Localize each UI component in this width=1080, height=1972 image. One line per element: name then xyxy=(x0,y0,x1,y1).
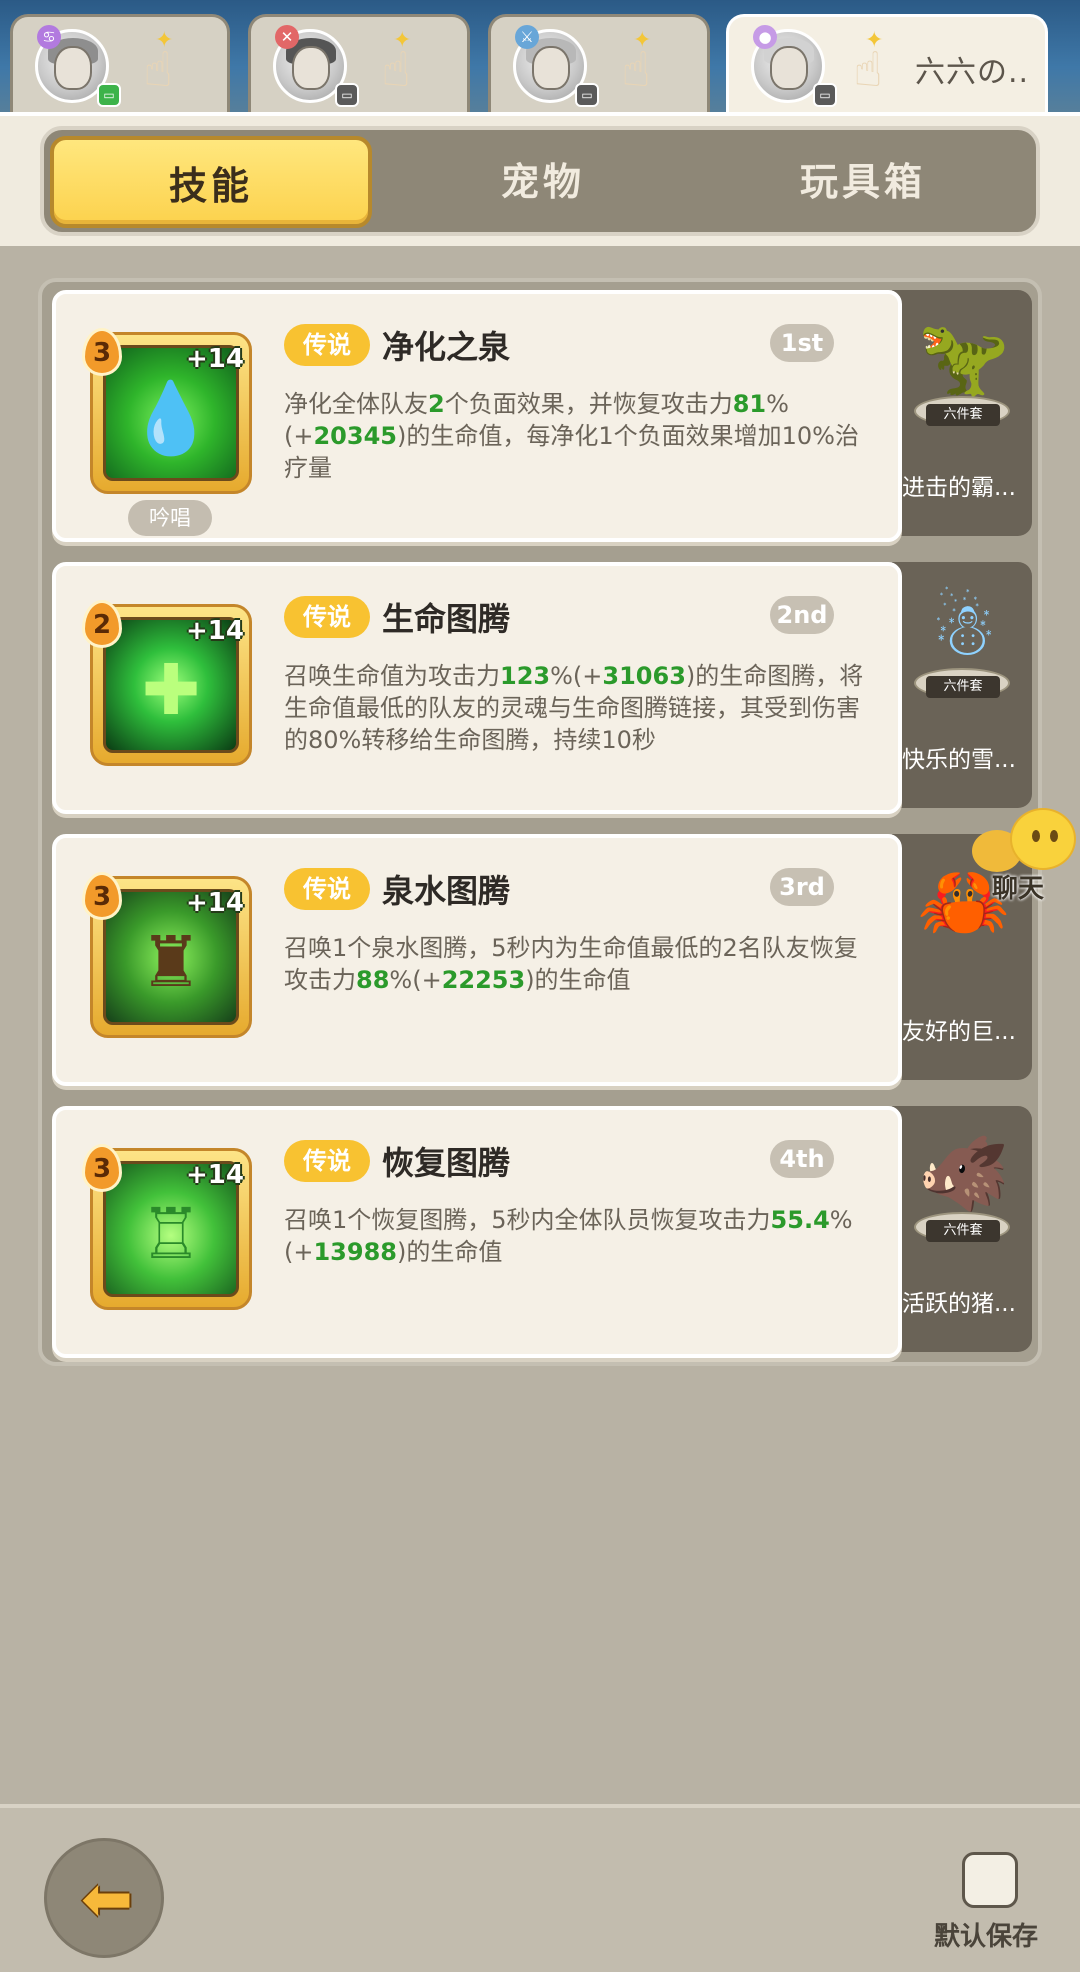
character-tab-2[interactable]: ✕ ▭ ☝ ✦ xyxy=(248,14,470,112)
bottom-bar: ⬅ 默认保存 xyxy=(0,1804,1080,1972)
highlight-value: 31063 xyxy=(602,662,686,690)
highlight-value: 22253 xyxy=(441,966,526,994)
rank-badge: 1st xyxy=(770,324,834,362)
skill-plus-badge: +14 xyxy=(186,888,244,918)
pet-slot-1[interactable]: 🦖 六件套 进击的霸... xyxy=(892,290,1032,536)
tap-hand-icon: ☝ ✦ xyxy=(143,28,174,99)
pet-name: 活跃的猪... xyxy=(902,1291,1016,1317)
set-tag: 六件套 xyxy=(926,404,1000,426)
segmented-tabs: 技能 宠物 玩具箱 xyxy=(40,126,1040,236)
skill-plus-badge: +14 xyxy=(186,1160,244,1190)
rank-badge: 2nd xyxy=(770,596,834,634)
rarity-badge: 传说 xyxy=(284,1140,370,1182)
skill-title: 生命图腾 xyxy=(382,600,511,638)
pet-name: 快乐的雪... xyxy=(902,747,1016,773)
skill-description: 净化全体队友2个负面效果，并恢复攻击力81%(+20345)的生命值，每净化1个… xyxy=(284,388,874,484)
rarity-badge: 传说 xyxy=(284,868,370,910)
description-text: %(+ xyxy=(550,662,603,690)
description-text: %(+ xyxy=(389,966,442,994)
character-tab-4[interactable]: ● ▭ ☝ ✦ 六六の.. xyxy=(726,14,1048,112)
rank-badge: 4th xyxy=(770,1140,834,1178)
pet-name: 进击的霸... xyxy=(902,475,1016,501)
character-tab-strip: ♋ ▭ ☝ ✦ ✕ ▭ ☝ ✦ ⚔ ▭ ☝ ✦ ● ▭ ☝ ✦ 六六の.. xyxy=(0,0,1080,112)
element-icon: ● xyxy=(753,25,777,49)
chat-label: 聊天 xyxy=(992,874,1045,904)
character-tab-3[interactable]: ⚔ ▭ ☝ ✦ xyxy=(488,14,710,112)
rarity-badge: 传说 xyxy=(284,596,370,638)
description-text: )的生命值 xyxy=(525,966,631,994)
skill-title: 恢复图腾 xyxy=(382,1144,511,1182)
rank-badge: 3rd xyxy=(770,868,834,906)
offline-status-icon: ▭ xyxy=(335,83,359,107)
description-text: 召唤生命值为攻击力 xyxy=(284,662,500,690)
online-status-icon: ▭ xyxy=(97,83,121,107)
character-name: 六六の.. xyxy=(915,55,1030,90)
set-tag: 六件套 xyxy=(926,1220,1000,1242)
header: 技能 宠物 玩具箱 xyxy=(0,112,1080,246)
back-arrow-icon: ⬅ xyxy=(81,1862,133,1935)
spring-totem-icon: ♜ xyxy=(139,921,203,1003)
tab-skills[interactable]: 技能 xyxy=(50,136,372,228)
highlight-value: 13988 xyxy=(313,1238,397,1266)
rarity-badge: 传说 xyxy=(284,324,370,366)
skill-title: 净化之泉 xyxy=(382,328,511,366)
skill-description: 召唤生命值为攻击力123%(+31063)的生命图腾，将生命值最低的队友的灵魂与… xyxy=(284,660,874,756)
pet-slot-2[interactable]: ☃ 六件套 快乐的雪... xyxy=(892,562,1032,808)
offline-status-icon: ▭ xyxy=(575,83,599,107)
character-tab-1[interactable]: ♋ ▭ ☝ ✦ xyxy=(10,14,230,112)
skill-description: 召唤1个恢复图腾，5秒内全体队员恢复攻击力55.4%(+13988)的生命值 xyxy=(284,1204,874,1268)
smiley-icon xyxy=(1010,808,1076,870)
tab-toybox[interactable]: 玩具箱 xyxy=(702,136,1024,228)
description-text: 个负面效果，并恢复攻击力 xyxy=(444,390,733,418)
tap-hand-icon: ☝ ✦ xyxy=(853,28,884,99)
description-text: )的生命值 xyxy=(396,1238,503,1266)
description-text: 净化全体队友 xyxy=(284,390,428,418)
back-button[interactable]: ⬅ xyxy=(44,1838,164,1958)
highlight-value: 123 xyxy=(500,662,551,690)
skill-card-1[interactable]: 💧 3 +14 吟唱 传说 净化之泉 1st 净化全体队友2个负面效果，并恢复攻… xyxy=(52,290,902,542)
element-icon: ♋ xyxy=(37,25,61,49)
cast-tag: 吟唱 xyxy=(128,500,212,536)
description-text: 召唤1个恢复图腾，5秒内全体队员恢复攻击力 xyxy=(284,1206,771,1234)
skill-title: 泉水图腾 xyxy=(382,872,511,910)
droplet-icon: 💧 xyxy=(127,377,215,459)
skill-description: 召唤1个泉水图腾，5秒内为生命值最低的2名队友恢复攻击力88%(+22253)的… xyxy=(284,932,874,996)
element-icon: ⚔ xyxy=(515,25,539,49)
offline-status-icon: ▭ xyxy=(813,83,837,107)
default-save-checkbox[interactable] xyxy=(962,1852,1018,1908)
highlight-value: 2 xyxy=(428,390,445,418)
set-tag: 六件套 xyxy=(926,676,1000,698)
highlight-value: 20345 xyxy=(313,422,397,450)
default-save-label: 默认保存 xyxy=(934,1922,1039,1952)
highlight-value: 55.4 xyxy=(770,1206,830,1234)
chat-button[interactable]: 聊天 xyxy=(968,806,1080,906)
skill-card-2[interactable]: ✚ 2 +14 传说 生命图腾 2nd 召唤生命值为攻击力123%(+31063… xyxy=(52,562,902,814)
tab-pets[interactable]: 宠物 xyxy=(382,136,704,228)
skill-card-4[interactable]: ♖ 3 +14 传说 恢复图腾 4th 召唤1个恢复图腾，5秒内全体队员恢复攻击… xyxy=(52,1106,902,1358)
tap-hand-icon: ☝ ✦ xyxy=(381,28,412,99)
skill-plus-badge: +14 xyxy=(186,616,244,646)
recovery-totem-icon: ♖ xyxy=(139,1193,203,1275)
pet-slot-4[interactable]: 🐗 六件套 活跃的猪... xyxy=(892,1106,1032,1352)
highlight-value: 81 xyxy=(732,390,767,418)
skill-card-3[interactable]: ♜ 3 +14 传说 泉水图腾 3rd 召唤1个泉水图腾，5秒内为生命值最低的2… xyxy=(52,834,902,1086)
pet-name: 友好的巨... xyxy=(902,1019,1016,1045)
element-icon: ✕ xyxy=(275,25,299,49)
tap-hand-icon: ☝ ✦ xyxy=(621,28,652,99)
skills-panel: 🦖 六件套 进击的霸... 💧 3 +14 吟唱 传说 净化之泉 1st 净化全… xyxy=(38,278,1042,1366)
highlight-value: 88 xyxy=(356,966,390,994)
skill-plus-badge: +14 xyxy=(186,344,244,374)
totem-plus-icon: ✚ xyxy=(141,649,201,731)
